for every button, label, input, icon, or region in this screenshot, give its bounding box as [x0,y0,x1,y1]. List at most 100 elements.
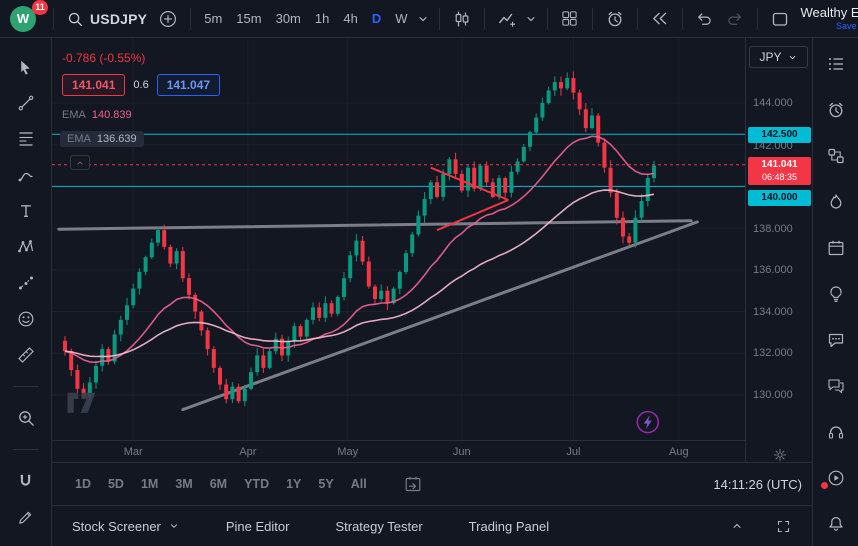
time-axis-label: Aug [669,446,689,458]
collapse-legend-button[interactable] [70,155,90,170]
hotlists-button[interactable] [822,188,850,216]
range-1m[interactable]: 1M [134,473,165,495]
watchlist-button[interactable] [822,50,850,78]
tool-draw-button[interactable] [12,503,40,531]
interval-4h[interactable]: 4h [337,7,363,30]
interval-30m[interactable]: 30m [270,7,307,30]
xabcd-pattern-icon [17,238,35,256]
tool-cursor-button[interactable] [12,53,40,81]
chart-type-icon [453,10,471,28]
redo-button[interactable] [720,4,750,34]
add-symbol-button[interactable] [153,4,183,34]
tool-magnet-button[interactable] [12,467,40,495]
chat-button[interactable] [822,326,850,354]
symbol-search-button[interactable]: USDJPY [61,7,153,31]
tool-ruler-button[interactable] [12,341,40,369]
public-chats-button[interactable] [822,372,850,400]
account-menu[interactable]: Wealthy E Save [795,6,858,31]
range-3m[interactable]: 3M [168,473,199,495]
replay-button[interactable] [645,4,675,34]
range-6m[interactable]: 6M [203,473,234,495]
tool-trend-line-button[interactable] [12,89,40,117]
calendar-button[interactable] [822,234,850,262]
gear-ic [772,447,788,463]
range-5d[interactable]: 5D [101,473,131,495]
divider [682,8,683,30]
ideas-button[interactable] [822,280,850,308]
chats-icon [827,377,845,395]
tool-text-button[interactable] [12,197,40,225]
tool-emoji-button[interactable] [12,305,40,333]
price-axis-labels: 144.000142.000138.000136.000134.000132.0… [746,38,813,462]
interval-1w[interactable]: W [389,7,413,30]
tradingview-watermark [66,388,100,421]
divider [13,386,39,387]
app-logo[interactable]: W 11 [10,4,46,34]
range-5y[interactable]: 5Y [311,473,340,495]
chart-area[interactable]: -0.786 (-0.55%) 141.041 0.6 141.047 EMA … [52,38,745,440]
alert-button[interactable] [600,4,630,34]
candlestick-chart[interactable] [52,38,745,440]
panel-maximize-button[interactable] [768,511,798,541]
tool-zoom-in-button[interactable] [12,404,40,432]
goto-date-button[interactable] [399,470,427,498]
price-axis[interactable]: JPY 144.000142.000138.000136.000134.0001… [745,38,812,462]
interval-1h[interactable]: 1h [309,7,335,30]
range-1d[interactable]: 1D [68,473,98,495]
chart-type-button[interactable] [447,4,477,34]
indicators-dropdown-button[interactable] [522,4,540,34]
support-button[interactable] [822,418,850,446]
tab-trading-panel[interactable]: Trading Panel [469,519,549,534]
level-price-badge: 140.000 [748,190,811,206]
buy-button[interactable]: 141.047 [157,74,220,96]
time-axis[interactable]: MarAprMayJunJulAug [52,440,745,462]
ema-legend-1[interactable]: EMA 140.839 [62,109,132,121]
tool-lock-button[interactable] [12,539,40,546]
panel-expand-up-button[interactable] [722,511,752,541]
tab-label: Trading Panel [469,519,549,534]
tab-pine-editor[interactable]: Pine Editor [226,519,290,534]
layout-button[interactable] [765,4,795,34]
layout-icon [771,10,789,28]
indicators-button[interactable] [492,4,522,34]
time-axis-label: Jun [453,446,471,458]
calendar-icon [827,239,845,257]
range-ytd[interactable]: YTD [237,473,276,495]
goto-date-icon [404,475,422,493]
panel-controls [722,511,798,541]
ema-legend-2[interactable]: EMA 136.639 [60,131,144,147]
interval-1d[interactable]: D [366,7,387,30]
alerts-button[interactable] [822,96,850,124]
tool-xabcd-pattern-button[interactable] [12,233,40,261]
tool-brush-button[interactable] [12,161,40,189]
account-name: Wealthy E [801,6,857,21]
tool-fib-retracement-button[interactable] [12,125,40,153]
tab-strategy-tester[interactable]: Strategy Tester [335,519,422,534]
ema-label: EMA [62,109,86,121]
notifications-button[interactable] [822,510,850,538]
object-tree-button[interactable] [822,142,850,170]
tradingview-app: W 11 USDJPY 5m 15m 30m 1h 4h D W [0,0,858,546]
play-icon [827,469,845,487]
spread-value: 0.6 [133,79,148,91]
symbol-change: -0.786 (-0.55%) [62,51,145,65]
currency-dropdown[interactable]: JPY [749,46,808,68]
range-1y[interactable]: 1Y [279,473,308,495]
sell-button[interactable]: 141.041 [62,74,125,96]
layout-grid-button[interactable] [555,4,585,34]
server-clock[interactable]: 14:11:26 (UTC) [713,477,804,492]
interval-dropdown-button[interactable] [414,4,432,34]
interval-15m[interactable]: 15m [230,7,267,30]
time-axis-label: May [337,446,358,458]
redo-icon [726,10,743,27]
top-toolbar: W 11 USDJPY 5m 15m 30m 1h 4h D W [0,0,858,38]
chevron-down-icon [416,12,430,26]
tab-stock-screener[interactable]: Stock Screener [72,519,180,534]
range-all[interactable]: All [344,473,374,495]
save-link[interactable]: Save [836,21,857,31]
tool-forecast-button[interactable] [12,269,40,297]
undo-button[interactable] [690,4,720,34]
interval-5m[interactable]: 5m [198,7,228,30]
symbol-name: USDJPY [90,11,147,27]
expand-icon [776,519,791,534]
